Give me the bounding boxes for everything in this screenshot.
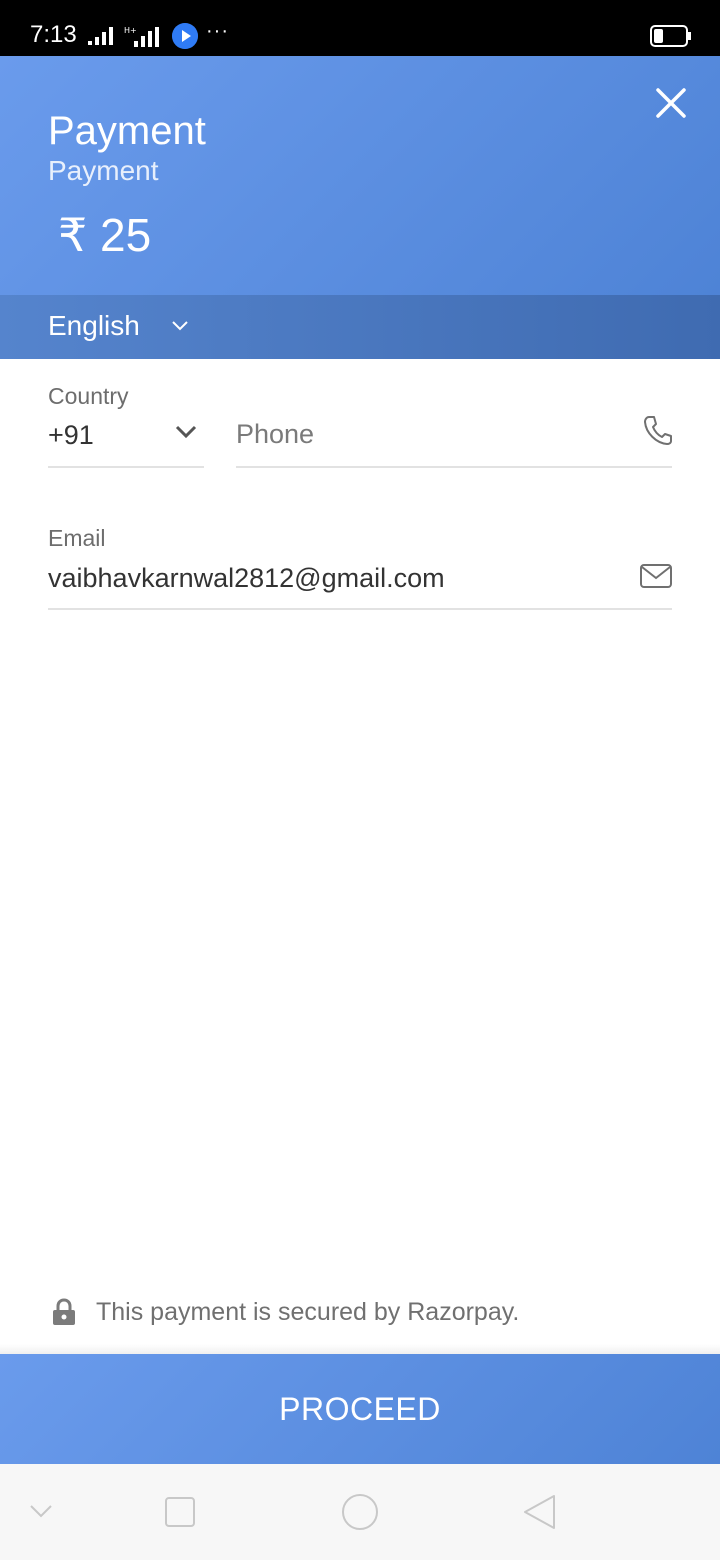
status-time: 7:13 bbox=[30, 21, 77, 48]
recents-icon[interactable] bbox=[164, 1496, 196, 1528]
payment-header: Payment Payment ₹ 25 bbox=[0, 56, 720, 295]
hide-keyboard-icon[interactable] bbox=[28, 1502, 54, 1520]
status-bar: 7:13 H+ ··· bbox=[0, 0, 720, 56]
navigation-bar bbox=[0, 1464, 720, 1560]
back-icon[interactable] bbox=[522, 1494, 558, 1530]
email-label: Email bbox=[48, 525, 106, 551]
country-label: Country bbox=[48, 383, 129, 409]
secure-text: This payment is secured by Razorpay. bbox=[96, 1298, 520, 1326]
merchant-title: Payment bbox=[48, 109, 206, 153]
country-code-select[interactable]: +91 bbox=[48, 418, 94, 452]
play-icon bbox=[172, 23, 198, 49]
payment-description: Payment bbox=[48, 155, 159, 186]
close-icon bbox=[656, 88, 686, 118]
network-label: H+ bbox=[124, 26, 137, 35]
mail-icon bbox=[640, 564, 672, 588]
lock-icon bbox=[53, 1298, 75, 1325]
more-icon: ··· bbox=[206, 20, 229, 42]
language-selector[interactable]: English bbox=[0, 295, 720, 359]
proceed-button[interactable]: PROCEED bbox=[0, 1354, 720, 1464]
payment-amount: ₹ 25 bbox=[58, 209, 152, 261]
chevron-down-icon[interactable] bbox=[174, 424, 198, 440]
footer-shadow bbox=[0, 1344, 720, 1354]
country-underline bbox=[48, 466, 204, 468]
chevron-down-icon bbox=[172, 321, 188, 331]
signal-h-plus-icon: H+ bbox=[124, 26, 159, 47]
email-underline bbox=[48, 608, 672, 610]
home-icon[interactable] bbox=[341, 1493, 379, 1531]
phone-input[interactable] bbox=[236, 412, 626, 456]
signal-icon bbox=[88, 27, 113, 45]
language-label: English bbox=[48, 310, 140, 341]
email-input[interactable] bbox=[48, 556, 618, 600]
phone-underline bbox=[236, 466, 672, 468]
battery-icon bbox=[650, 25, 691, 47]
phone-icon bbox=[644, 416, 672, 445]
close-button[interactable] bbox=[652, 84, 690, 122]
